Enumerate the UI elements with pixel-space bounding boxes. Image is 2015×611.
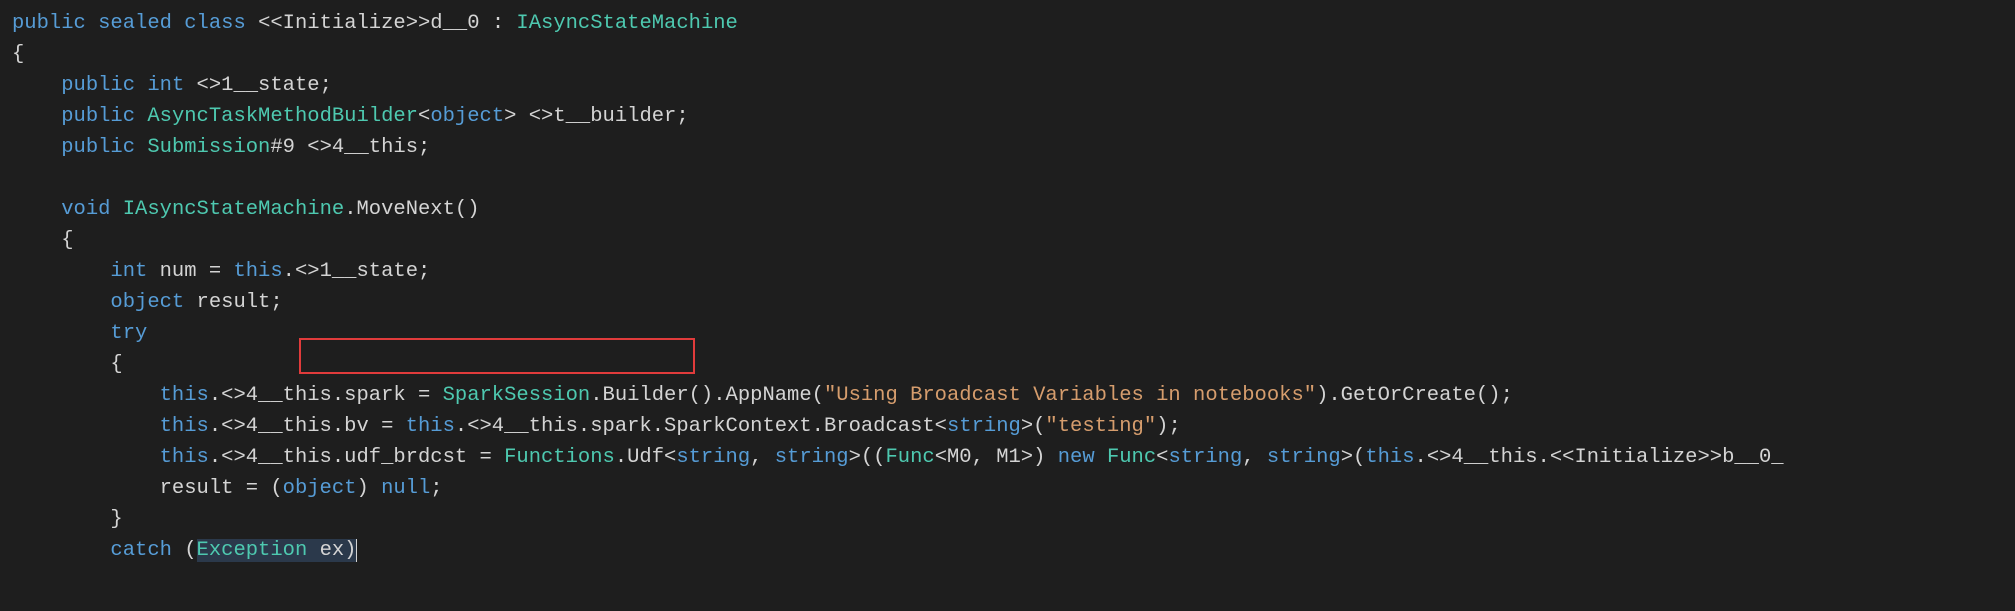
class-name: <<Initialize>>d__0 : [258, 12, 516, 35]
keyword-this: this [233, 260, 282, 283]
keyword-string: string [676, 446, 750, 469]
space [1095, 446, 1107, 469]
code-line: public sealed class <<Initialize>>d__0 :… [12, 12, 738, 35]
terminator: ; [430, 477, 442, 500]
string-literal: "testing" [1045, 415, 1156, 438]
paren-chunk: >( [1341, 446, 1366, 469]
comma: , [1242, 446, 1267, 469]
code-line: result = (object) null; [12, 477, 443, 500]
field-decl: > <>t__builder; [504, 105, 689, 128]
keyword-string: string [947, 415, 1021, 438]
interface-ref: IAsyncStateMachine [123, 198, 344, 221]
paren-chunk: >(( [849, 446, 886, 469]
code-line: public int <>1__state; [12, 74, 332, 97]
type-func: Func [885, 446, 934, 469]
keyword-int: int [147, 74, 184, 97]
code-line: this.<>4__this.bv = this.<>4__this.spark… [12, 415, 1181, 438]
member-access: .<>4__this.<<Initialize>>b__0_ [1415, 446, 1784, 469]
keyword-new: new [1058, 446, 1095, 469]
keyword-public: public [61, 74, 135, 97]
code-line: void IAsyncStateMachine.MoveNext() [12, 198, 480, 221]
keyword-object: object [283, 477, 357, 500]
method-chain: ).GetOrCreate(); [1316, 384, 1513, 407]
code-line: { [12, 43, 24, 66]
angle-open: < [1156, 446, 1168, 469]
code-line: { [12, 229, 74, 252]
keyword-null: null [381, 477, 430, 500]
code-line: public AsyncTaskMethodBuilder<object> <>… [12, 105, 689, 128]
type-func: Func [1107, 446, 1156, 469]
keyword-this: this [160, 446, 209, 469]
keyword-object: object [110, 291, 184, 314]
method-name: .Udf< [615, 446, 677, 469]
member-access: .<>4__this.spark.SparkContext. [455, 415, 824, 438]
type-exception: Exception [197, 539, 308, 562]
code-line: catch (Exception ex) [12, 539, 357, 562]
paren-chunk: ) [356, 477, 381, 500]
code-line: try [12, 322, 147, 345]
member-access: .<>4__this.spark = [209, 384, 443, 407]
code-line: object result; [12, 291, 283, 314]
angle-close: >( [1021, 415, 1046, 438]
keyword-this: this [406, 415, 455, 438]
code-line: public Submission#9 <>4__this; [12, 136, 430, 159]
keyword-object: object [430, 105, 504, 128]
keyword-class: class [184, 12, 246, 35]
string-literal: "Using Broadcast Variables in notebooks" [824, 384, 1316, 407]
method-name: Broadcast< [824, 415, 947, 438]
generic-args: <M0, M1>) [935, 446, 1058, 469]
local-decl: num = [147, 260, 233, 283]
keyword-try: try [110, 322, 147, 345]
keyword-public: public [61, 136, 135, 159]
method-name: .MoveNext() [344, 198, 479, 221]
keyword-catch: catch [110, 539, 172, 562]
terminator: ); [1156, 415, 1181, 438]
comma: , [750, 446, 775, 469]
keyword-sealed: sealed [98, 12, 172, 35]
code-line: this.<>4__this.udf_brdcst = Functions.Ud… [12, 446, 1784, 469]
field-decl: <>1__state; [184, 74, 332, 97]
local-decl: result; [184, 291, 282, 314]
code-line: int num = this.<>1__state; [12, 260, 430, 283]
keyword-string: string [1168, 446, 1242, 469]
local-name: ex) [307, 539, 356, 562]
keyword-string: string [1267, 446, 1341, 469]
keyword-this: this [160, 384, 209, 407]
code-line: { [12, 353, 123, 376]
method-chain: .Builder().AppName( [590, 384, 824, 407]
keyword-this: this [160, 415, 209, 438]
keyword-public: public [12, 12, 86, 35]
member-access: .<>4__this.udf_brdcst = [209, 446, 504, 469]
keyword-void: void [61, 198, 110, 221]
code-block: public sealed class <<Initialize>>d__0 :… [0, 0, 2015, 574]
field-decl: #9 <>4__this; [270, 136, 430, 159]
paren-open: ( [172, 539, 197, 562]
code-line: } [12, 508, 123, 531]
code-line: this.<>4__this.spark = SparkSession.Buil… [12, 384, 1513, 407]
type-builder: AsyncTaskMethodBuilder [147, 105, 418, 128]
keyword-string: string [775, 446, 849, 469]
type-submission: Submission [147, 136, 270, 159]
member-access: .<>1__state; [283, 260, 431, 283]
assignment: result = ( [12, 477, 283, 500]
type-functions: Functions [504, 446, 615, 469]
member-access: .<>4__this.bv = [209, 415, 406, 438]
text-cursor [356, 539, 357, 562]
keyword-this: this [1365, 446, 1414, 469]
angle-open: < [418, 105, 430, 128]
type-sparksession: SparkSession [443, 384, 591, 407]
interface-name: IAsyncStateMachine [516, 12, 737, 35]
keyword-int: int [110, 260, 147, 283]
keyword-public: public [61, 105, 135, 128]
